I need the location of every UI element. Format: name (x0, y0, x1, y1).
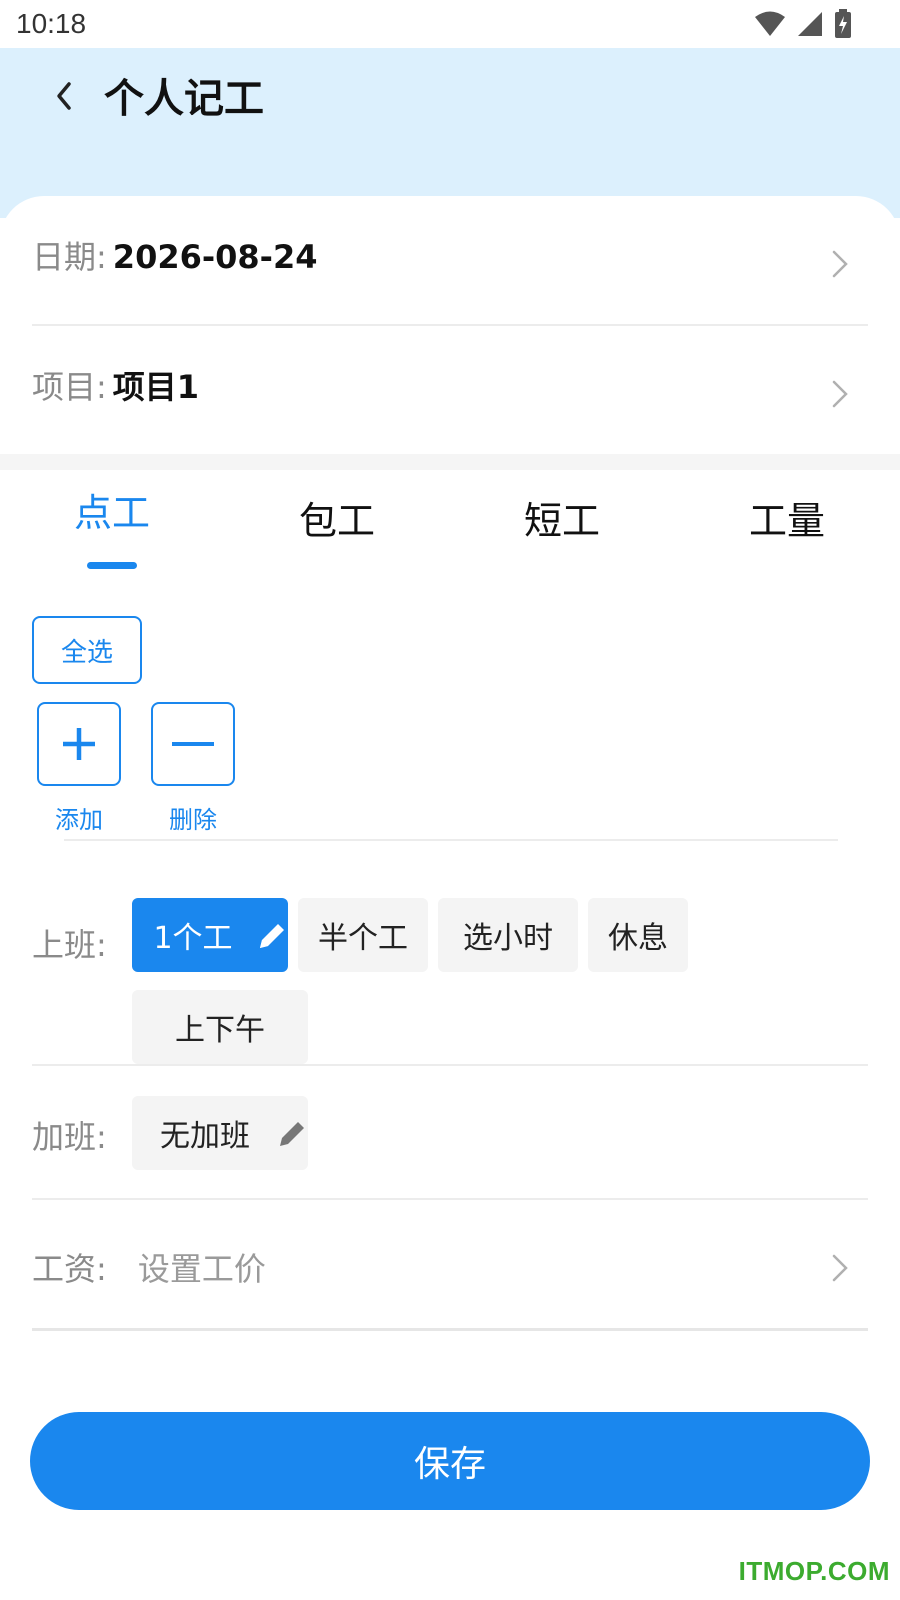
chevron-right-icon (832, 1254, 848, 1282)
status-icons (754, 8, 852, 40)
watermark-logo: ITMOP.COM (738, 1556, 890, 1586)
back-arrow-icon (57, 82, 71, 110)
divider (32, 324, 868, 326)
wage-placeholder: 设置工价 (137, 1250, 266, 1288)
page-title: 个人记工 (104, 76, 264, 122)
chevron-right-icon (832, 380, 848, 408)
delete-worker-button[interactable] (151, 702, 235, 786)
wifi-icon (755, 11, 785, 36)
shift-option-full-day[interactable]: 1个工 (132, 898, 288, 972)
shift-option-am-pm[interactable]: 上下午 (132, 990, 308, 1064)
tab-active-indicator (87, 562, 137, 569)
project-value: 项目1 (112, 368, 200, 406)
section-separator (0, 454, 900, 470)
status-bar: 10:18 (0, 0, 900, 48)
project-label: 项目: (32, 368, 107, 406)
work-type-tabs: 点工 包工 短工 工量 (0, 490, 900, 580)
minus-icon (172, 742, 214, 746)
status-time: 10:18 (16, 8, 87, 39)
wage-label: 工资: (32, 1250, 107, 1288)
tab-bao-gong[interactable]: 包工 (257, 490, 417, 545)
edit-pencil-icon[interactable] (276, 1118, 308, 1150)
chevron-right-icon (832, 250, 848, 278)
edit-pencil-icon[interactable] (256, 920, 288, 952)
shift-label: 上班: (32, 926, 107, 964)
add-label: 添加 (55, 806, 103, 834)
cellular-signal-icon (798, 12, 822, 36)
project-row[interactable]: 项目: 项目1 (32, 362, 868, 426)
screen: 10:18 个人记工 日期: 2026-08-24 项目: 项目1 点工 包工 … (0, 0, 900, 1600)
tab-duan-gong[interactable]: 短工 (482, 490, 642, 545)
tab-dian-gong[interactable]: 点工 (32, 482, 192, 537)
divider (32, 1328, 868, 1331)
select-all-button[interactable]: 全选 (32, 616, 142, 684)
battery-icon (835, 9, 851, 38)
plus-icon (63, 728, 95, 760)
date-row[interactable]: 日期: 2026-08-24 (32, 232, 868, 296)
divider (64, 839, 838, 841)
wage-row[interactable]: 工资: 设置工价 (32, 1244, 868, 1292)
overtime-label: 加班: (32, 1118, 107, 1156)
shift-option-select-hours[interactable]: 选小时 (438, 898, 578, 972)
tab-gong-liang[interactable]: 工量 (707, 490, 867, 545)
back-button[interactable] (44, 76, 84, 116)
divider (32, 1064, 868, 1066)
overtime-value: 无加班 (160, 1119, 250, 1154)
shift-option-rest[interactable]: 休息 (588, 898, 688, 972)
shift-option-half-day[interactable]: 半个工 (298, 898, 428, 972)
shift-option-label: 1个工 (153, 921, 233, 956)
add-worker-button[interactable] (37, 702, 121, 786)
date-value: 2026-08-24 (112, 238, 318, 276)
overtime-selector[interactable]: 无加班 (132, 1096, 308, 1170)
header: 个人记工 (0, 48, 900, 218)
divider (32, 1198, 868, 1200)
date-label: 日期: (32, 238, 107, 276)
save-button[interactable]: 保存 (30, 1412, 870, 1510)
delete-label: 删除 (169, 806, 217, 834)
